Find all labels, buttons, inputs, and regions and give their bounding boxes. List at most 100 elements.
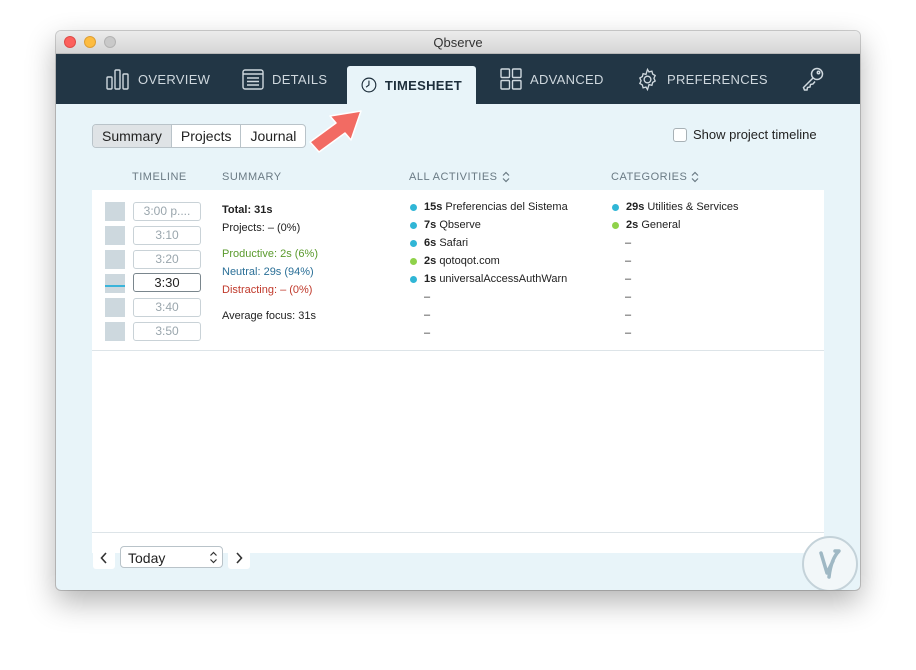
clock-icon: [361, 77, 377, 93]
header-summary: SUMMARY: [222, 171, 282, 183]
summary-neutral: Neutral: 29s (94%): [222, 266, 314, 278]
grid-icon: [500, 68, 522, 90]
previous-day-button[interactable]: [93, 547, 115, 569]
neutral-dot-icon: [410, 203, 417, 211]
list-icon: [242, 69, 264, 90]
timeline-bar: [105, 250, 125, 269]
activity-empty: –: [424, 327, 431, 339]
activity-name: universalAccessAuthWarn: [439, 273, 568, 285]
activity-item[interactable]: 15s Preferencias del Sistema: [410, 201, 568, 213]
summary-focus: Average focus: 31s: [222, 310, 316, 322]
category-name: Utilities & Services: [647, 201, 739, 213]
window-title: Qbserve: [433, 35, 483, 50]
activity-duration: 2s: [424, 255, 437, 267]
activity-empty: –: [424, 309, 431, 321]
project-timeline-label: Show project timeline: [693, 127, 817, 142]
neutral-dot-icon: [410, 221, 417, 229]
activity-duration: 7s: [424, 219, 437, 231]
header-categories-label: CATEGORIES: [611, 171, 688, 183]
gear-icon: [638, 67, 657, 91]
category-empty: –: [625, 291, 632, 303]
tab-overview-label: OVERVIEW: [138, 71, 211, 87]
neutral-dot-icon: [612, 203, 619, 211]
time-slot[interactable]: 3:50: [133, 322, 201, 341]
activity-item[interactable]: 2s qotoqot.com: [410, 255, 500, 267]
activity-duration: 6s: [424, 237, 437, 249]
category-empty: –: [625, 237, 632, 249]
next-day-button[interactable]: [228, 547, 250, 569]
tab-advanced-label: ADVANCED: [530, 71, 604, 87]
segment-projects[interactable]: Projects: [172, 125, 242, 147]
summary-distracting: Distracting: – (0%): [222, 284, 313, 296]
activity-name: Preferencias del Sistema: [445, 201, 568, 213]
activity-duration: 15s: [424, 201, 443, 213]
timeline-bar: [105, 322, 125, 341]
header-categories[interactable]: CATEGORIES: [611, 171, 699, 183]
app-window: Qbserve OVERVIEW DETAILS TIMESHEET ADVAN…: [56, 31, 860, 590]
summary-projects: Projects: – (0%): [222, 222, 301, 234]
activity-name: qotoqot.com: [439, 255, 500, 267]
row-divider: [92, 350, 824, 351]
tab-preferences[interactable]: PREFERENCES: [636, 54, 768, 104]
sort-icon: [502, 171, 509, 183]
tab-overview[interactable]: OVERVIEW: [106, 54, 210, 104]
category-empty: –: [625, 327, 632, 339]
timeline-bar: [105, 226, 125, 245]
tab-preferences-label: PREFERENCES: [667, 71, 768, 87]
category-empty: –: [625, 255, 632, 267]
sort-icon: [691, 171, 699, 183]
tab-details[interactable]: DETAILS: [242, 54, 327, 104]
stepper-icon: [210, 551, 217, 564]
annotation-arrow-icon: [309, 110, 362, 153]
activity-item[interactable]: 7s Qbserve: [410, 219, 481, 231]
header-activities[interactable]: ALL ACTIVITIES: [409, 171, 510, 183]
category-empty: –: [625, 309, 632, 321]
timeline-bar: [105, 274, 125, 293]
time-slot[interactable]: 3:20: [133, 250, 201, 269]
chevron-left-icon: [100, 552, 107, 564]
category-duration: 29s: [626, 201, 645, 213]
summary-total: Total: 31s: [222, 204, 273, 216]
tab-timesheet[interactable]: TIMESHEET: [347, 66, 476, 104]
timeline-activity-marker: [105, 285, 125, 287]
category-name: General: [641, 219, 681, 231]
bar-chart-icon: [106, 69, 129, 90]
main-toolbar: OVERVIEW DETAILS TIMESHEET ADVANCED PREF…: [56, 54, 860, 104]
productive-dot-icon: [612, 221, 619, 229]
watermark-logo-icon: [802, 536, 858, 590]
title-bar: Qbserve: [56, 31, 860, 54]
date-range-select[interactable]: Today: [120, 546, 223, 568]
project-timeline-checkbox[interactable]: [673, 127, 687, 142]
timeline-bar: [105, 202, 125, 221]
productive-dot-icon: [410, 257, 417, 265]
tab-timesheet-label: TIMESHEET: [384, 77, 462, 93]
date-range-value: Today: [128, 550, 166, 566]
summary-productive: Productive: 2s (6%): [222, 248, 318, 260]
key-icon: [802, 67, 824, 91]
table-header: TIMELINE SUMMARY ALL ACTIVITIES CATEGORI…: [92, 163, 824, 190]
neutral-dot-icon: [410, 275, 417, 283]
activity-name: Qbserve: [439, 219, 481, 231]
segment-journal[interactable]: Journal: [241, 125, 305, 147]
category-empty: –: [625, 273, 632, 285]
header-activities-label: ALL ACTIVITIES: [409, 171, 498, 183]
activity-duration: 1s: [424, 273, 437, 285]
neutral-dot-icon: [410, 239, 417, 247]
segment-summary[interactable]: Summary: [93, 125, 172, 147]
header-timeline: TIMELINE: [132, 171, 187, 183]
category-item[interactable]: 2s General: [612, 219, 680, 231]
activity-item[interactable]: 1s universalAccessAuthWarn: [410, 273, 567, 285]
time-slot[interactable]: 3:40: [133, 298, 201, 317]
time-slot[interactable]: 3:00 p....: [133, 202, 201, 221]
license-button[interactable]: [800, 66, 828, 94]
activity-item[interactable]: 6s Safari: [410, 237, 468, 249]
time-slot[interactable]: 3:10: [133, 226, 201, 245]
activity-empty: –: [424, 291, 431, 303]
activity-name: Safari: [439, 237, 469, 249]
time-slot-active[interactable]: 3:30: [133, 273, 201, 292]
category-item[interactable]: 29s Utilities & Services: [612, 201, 739, 213]
chevron-right-icon: [236, 552, 243, 564]
timeline-bar: [105, 298, 125, 317]
tab-advanced[interactable]: ADVANCED: [500, 54, 604, 104]
project-timeline-toggle[interactable]: Show project timeline: [673, 127, 817, 142]
